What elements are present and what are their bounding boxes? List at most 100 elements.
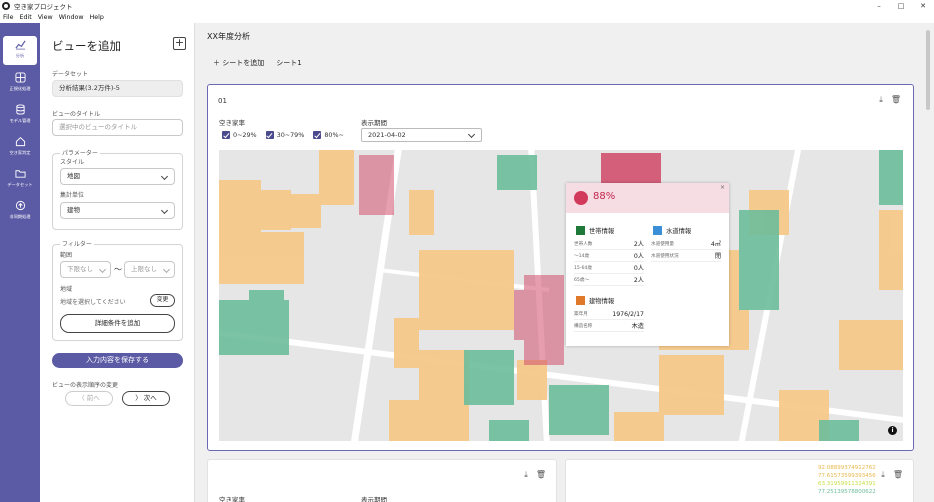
checkbox-icon	[313, 131, 322, 139]
building-low	[409, 190, 434, 235]
folder-icon	[3, 168, 37, 182]
range-checkbox-mid[interactable]: 30~79%	[265, 131, 305, 139]
window-controls: – □ ✕	[868, 0, 934, 12]
trash-icon[interactable]: 🗑	[536, 470, 546, 480]
building-section-title: 建物情報	[576, 296, 614, 305]
parameter-legend: パラメーター	[60, 148, 100, 157]
next-button[interactable]: 〉 次へ	[122, 391, 170, 406]
household-row: 世帯人数 2人	[574, 241, 644, 250]
chevron-down-icon	[160, 206, 169, 215]
building-mid	[739, 210, 779, 310]
trash-icon[interactable]: 🗑	[893, 470, 903, 480]
building-icon	[576, 296, 585, 305]
maximize-button[interactable]: □	[890, 0, 912, 12]
building-mid	[879, 150, 903, 205]
add-detail-condition-button[interactable]: 詳細条件を追加	[60, 314, 175, 333]
nav-item-vacancy[interactable]: 空き家判定	[3, 133, 37, 162]
panel-title: ビューを追加	[52, 39, 121, 53]
nav-item-dataset[interactable]: データセット	[3, 165, 37, 194]
building-mid	[489, 420, 529, 441]
style-label: スタイル	[60, 159, 85, 166]
household-section-title: 世帯情報	[576, 226, 614, 235]
menu-file[interactable]: File	[3, 14, 14, 21]
tab-sheet-1[interactable]: シート1	[276, 58, 301, 68]
building-low	[289, 194, 321, 228]
range-checkbox-low[interactable]: 0~29%	[222, 131, 257, 139]
analytics-icon	[3, 39, 37, 53]
info-icon[interactable]: i	[888, 426, 897, 435]
database-icon	[3, 104, 37, 118]
close-button[interactable]: ✕	[912, 0, 934, 12]
unit-label: 集計単位	[60, 192, 85, 199]
prev-button[interactable]: 〈 前へ	[65, 391, 113, 406]
unit-select[interactable]: 建物	[60, 202, 175, 219]
download-icon[interactable]: ⤓	[881, 470, 885, 480]
building-title: 建物情報	[589, 298, 615, 305]
menu-help[interactable]: Help	[90, 14, 104, 21]
menu-edit[interactable]: Edit	[20, 14, 32, 21]
download-icon[interactable]: ⤓	[879, 95, 883, 105]
building-low	[839, 320, 903, 370]
period-label: 表示期間	[361, 119, 387, 127]
view-card-01[interactable]: 01 ⤓ 🗑 空き家率 0~29% 30~79% 80%~ 表示期間 2021-…	[207, 84, 914, 451]
building-mid	[549, 385, 609, 435]
save-button[interactable]: 入力内容を保存する	[52, 353, 183, 368]
view-number: 01	[218, 97, 227, 105]
view-title-input[interactable]: 選択中のビューのタイトル	[52, 119, 183, 136]
grid-icon	[3, 72, 37, 86]
building-low	[219, 180, 261, 232]
menu-window[interactable]: Window	[59, 14, 84, 21]
minimize-button[interactable]: –	[868, 0, 890, 12]
style-select[interactable]: 地図	[60, 168, 175, 185]
chevron-down-icon	[467, 130, 476, 139]
nav-item-model[interactable]: モデル管理	[3, 101, 37, 130]
range-mid-label: 30~79%	[276, 131, 305, 139]
water-row: 水道使用量 4㎥	[651, 241, 721, 250]
water-icon	[653, 226, 662, 235]
nav-label: 非同期処理	[9, 214, 31, 219]
close-icon[interactable]: ×	[720, 184, 725, 191]
download-icon[interactable]: ⤓	[524, 470, 528, 480]
view-card-03[interactable]: ⤓ 🗑 92.08899374912762 77.61573599393456 …	[565, 459, 914, 502]
menu-bar: File Edit View Window Help	[0, 12, 934, 23]
building-mid	[464, 350, 514, 405]
range-max-select[interactable]: 上限なし	[124, 261, 175, 278]
building-mid	[249, 290, 284, 310]
range-min-value: 下限なし	[67, 265, 93, 273]
style-value: 地図	[67, 172, 80, 180]
building-high	[359, 155, 394, 215]
nav-label: 分析	[15, 53, 25, 58]
building-low	[261, 190, 291, 230]
range-min-select[interactable]: 下限なし	[60, 261, 111, 278]
trash-icon[interactable]: 🗑	[891, 95, 901, 105]
building-info-popup: 88% × 世帯情報 世帯人数 2人 〜14歳 0人 15-64歳 0人 65歳〜 2人…	[566, 183, 729, 346]
building-low	[517, 360, 547, 400]
checkbox-icon	[222, 131, 230, 139]
vacancy-range-filters: 0~29% 30~79% 80%~	[222, 131, 344, 139]
nav-item-async[interactable]: 非同期処理	[3, 197, 37, 226]
water-title: 水道情報	[666, 228, 692, 235]
building-row: 構造名称 木造	[574, 323, 644, 332]
nav-item-normalize[interactable]: 正規化処理	[3, 69, 37, 98]
add-sheet-button[interactable]: ＋ シートを追加	[213, 58, 264, 68]
dataset-field[interactable]: 分析結果(3.2万件)-5	[52, 80, 183, 97]
card-actions: ⤓ 🗑	[524, 470, 546, 480]
building-low	[219, 232, 304, 284]
household-title: 世帯情報	[589, 228, 615, 235]
legend-item: 92.08899374912762	[818, 465, 876, 471]
period-select[interactable]: 2021-04-02	[361, 128, 482, 142]
view-card-02[interactable]: ⤓ 🗑 空き家率 表示期間	[207, 459, 557, 502]
area-change-button[interactable]: 変更	[150, 294, 175, 307]
sync-icon	[3, 200, 37, 214]
window-title: 空き家プロジェクト	[14, 3, 73, 11]
map-canvas	[219, 150, 903, 441]
nav-item-analysis[interactable]: 分析	[3, 36, 37, 65]
nav-label: 正規化処理	[9, 86, 31, 91]
range-checkbox-high[interactable]: 80%~	[313, 131, 344, 139]
vacancy-indicator-icon	[574, 191, 588, 205]
nav-label: データセット	[7, 182, 33, 187]
scrollbar[interactable]	[926, 30, 930, 110]
add-view-button[interactable]: +	[173, 37, 186, 50]
menu-view[interactable]: View	[38, 14, 53, 21]
map-view[interactable]: 88% × 世帯情報 世帯人数 2人 〜14歳 0人 15-64歳 0人 65歳〜 2人…	[219, 150, 903, 441]
